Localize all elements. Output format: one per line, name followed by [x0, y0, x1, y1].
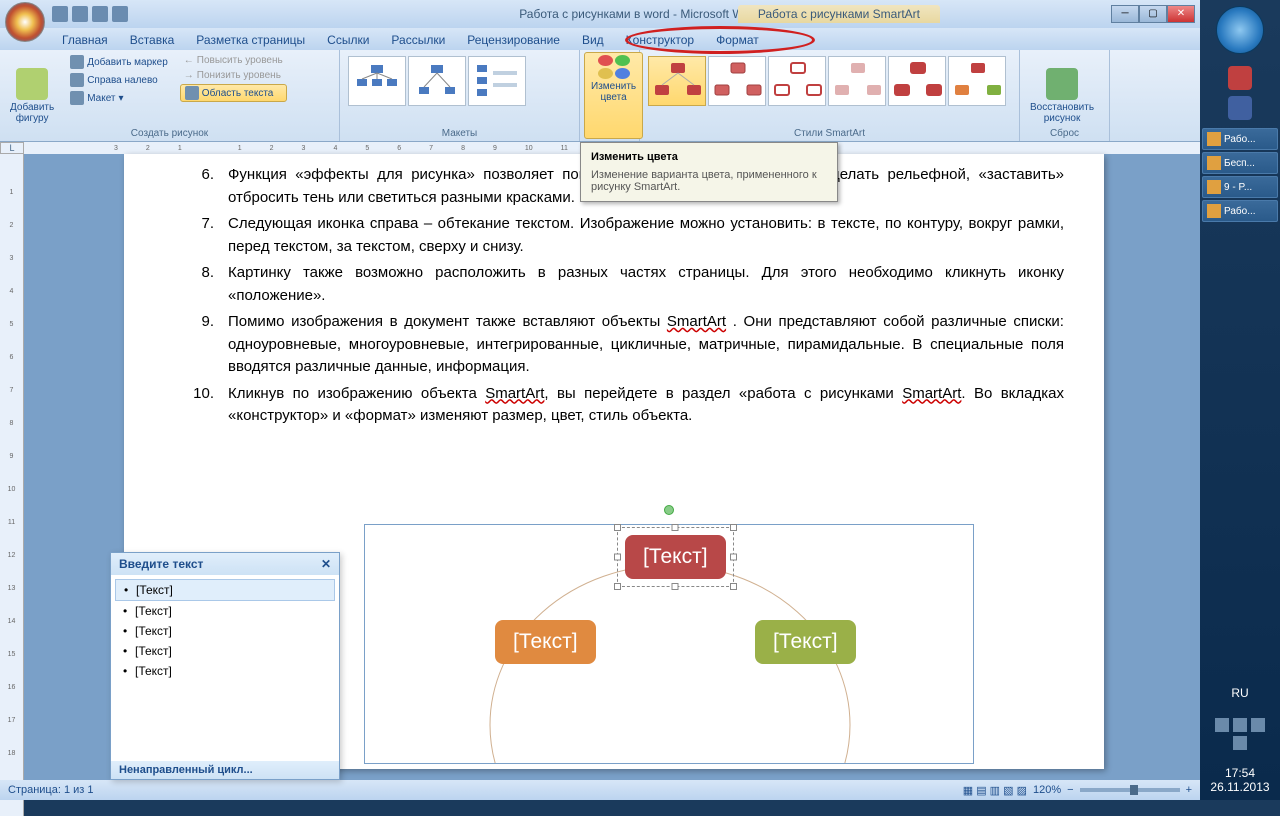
rotate-handle[interactable] [664, 505, 674, 515]
change-colors-button[interactable]: Изменить цвета [584, 52, 643, 139]
smartart-node[interactable]: [Текст] [755, 620, 856, 664]
textpane-icon [185, 86, 199, 100]
office-button[interactable] [5, 2, 45, 42]
close-button[interactable]: ✕ [1167, 5, 1195, 23]
bullet-icon [70, 55, 84, 69]
group-reset: Восстановить рисунок Сброс [1020, 50, 1110, 141]
taskbar-window[interactable]: 9 - P... [1202, 176, 1278, 198]
tray-icon[interactable] [1233, 718, 1247, 732]
smartart-text-pane[interactable]: Введите текст ✕ [Текст][Текст][Текст][Те… [110, 552, 340, 780]
taskbar-icon[interactable] [1228, 96, 1252, 120]
demote-button[interactable]: →Понизить уровень [180, 69, 287, 82]
titlebar: Работа с рисунками в word - Microsoft Wo… [0, 0, 1280, 28]
smartart-node[interactable]: [Текст] [495, 620, 596, 664]
system-tray [1200, 718, 1280, 750]
text-pane-body: [Текст][Текст][Текст][Текст][Текст] [111, 575, 339, 685]
tooltip-change-colors: Изменить цвета Изменение варианта цвета,… [580, 142, 838, 202]
status-bar: Страница: 1 из 1 ▦ ▤ ▥ ▧ ▨ 120% − + [0, 780, 1200, 800]
style-item[interactable] [768, 56, 826, 106]
window-title: Работа с рисунками в word - Microsoft Wo… [519, 7, 761, 21]
context-title: Работа с рисунками SmartArt [738, 5, 940, 23]
ribbon: Добавить фигуру Добавить маркер Справа н… [0, 50, 1280, 142]
windows-taskbar: Рабо...Бесп...9 - P...Рабо... RU 17:54 2… [1200, 0, 1280, 800]
vertical-ruler[interactable]: 12345678910111213141516171819 [0, 154, 24, 816]
zoom-level[interactable]: 120% [1033, 784, 1061, 796]
ruler-corner[interactable]: L [0, 142, 24, 154]
add-shape-button[interactable]: Добавить фигуру [4, 52, 60, 139]
text-pane-button[interactable]: Область текста [180, 84, 287, 102]
text-pane-item[interactable]: [Текст] [115, 621, 335, 641]
text-pane-item[interactable]: [Текст] [115, 579, 335, 601]
text-pane-header: Введите текст ✕ [111, 553, 339, 575]
rtl-icon [70, 73, 84, 87]
language-indicator[interactable]: RU [1200, 686, 1280, 700]
style-item[interactable] [648, 56, 706, 106]
save-icon[interactable] [52, 6, 68, 22]
style-item[interactable] [708, 56, 766, 106]
layout-item[interactable] [468, 56, 526, 106]
tray-icon[interactable] [1215, 718, 1229, 732]
taskbar-window[interactable]: Рабо... [1202, 200, 1278, 222]
layout-item[interactable] [408, 56, 466, 106]
layout-menu-button[interactable]: Макет ▾ [66, 90, 172, 106]
minimize-button[interactable]: ─ [1111, 5, 1139, 23]
tab-references[interactable]: Ссылки [317, 30, 379, 50]
quick-access-toolbar [52, 6, 128, 22]
rtl-button[interactable]: Справа налево [66, 72, 172, 88]
tab-review[interactable]: Рецензирование [457, 30, 570, 50]
group-layouts: Макеты [340, 50, 580, 141]
text-pane-footer: Ненаправленный цикл... [111, 761, 339, 779]
smartart-node[interactable]: [Текст] [625, 535, 726, 579]
redo-icon[interactable] [92, 6, 108, 22]
reset-graphic-button[interactable]: Восстановить рисунок [1024, 52, 1100, 139]
style-item[interactable] [828, 56, 886, 106]
style-item[interactable] [948, 56, 1006, 106]
text-pane-item[interactable]: [Текст] [115, 601, 335, 621]
tab-design[interactable]: Конструктор [616, 30, 704, 50]
tray-icon[interactable] [1233, 736, 1247, 750]
colors-icon [598, 55, 630, 79]
add-bullet-button[interactable]: Добавить маркер [66, 54, 172, 70]
tab-format[interactable]: Формат [706, 30, 769, 50]
promote-button[interactable]: ←Повысить уровень [180, 54, 287, 67]
undo-icon[interactable] [72, 6, 88, 22]
text-pane-item[interactable]: [Текст] [115, 641, 335, 661]
tab-mailings[interactable]: Рассылки [381, 30, 455, 50]
zoom-in-button[interactable]: + [1186, 784, 1192, 796]
page-status: Страница: 1 из 1 [8, 784, 94, 796]
group-smartart-styles: Стили SmartArt [640, 50, 1020, 141]
taskbar-icon[interactable] [1228, 66, 1252, 90]
tab-insert[interactable]: Вставка [120, 30, 185, 50]
zoom-control: ▦ ▤ ▥ ▧ ▨ 120% − + [963, 784, 1192, 797]
ribbon-tabs: Главная Вставка Разметка страницы Ссылки… [0, 28, 1280, 50]
zoom-out-button[interactable]: − [1067, 784, 1073, 796]
maximize-button[interactable]: ▢ [1139, 5, 1167, 23]
layout-item[interactable] [348, 56, 406, 106]
tab-home[interactable]: Главная [52, 30, 118, 50]
taskbar-window[interactable]: Бесп... [1202, 152, 1278, 174]
close-icon[interactable]: ✕ [321, 557, 331, 571]
zoom-slider[interactable] [1080, 788, 1180, 792]
tab-page-layout[interactable]: Разметка страницы [186, 30, 315, 50]
window-controls: ─ ▢ ✕ [1111, 5, 1195, 23]
clock[interactable]: 17:54 26.11.2013 [1200, 766, 1280, 794]
add-shape-icon [16, 68, 48, 100]
taskbar-window[interactable]: Рабо... [1202, 128, 1278, 150]
group-change-colors: Изменить цвета [580, 50, 640, 141]
tray-icon[interactable] [1251, 718, 1265, 732]
style-item[interactable] [888, 56, 946, 106]
reset-icon [1046, 68, 1078, 100]
start-button[interactable] [1216, 6, 1264, 54]
tab-view[interactable]: Вид [572, 30, 614, 50]
view-buttons[interactable]: ▦ ▤ ▥ ▧ ▨ [963, 784, 1027, 797]
text-pane-item[interactable]: [Текст] [115, 661, 335, 681]
selection-outline [617, 527, 734, 587]
layout-icon [70, 91, 84, 105]
qat-more-icon[interactable] [112, 6, 128, 22]
smartart-object[interactable]: [Текст] [Текст] [Текст] [364, 524, 974, 764]
group-create-graphic: Добавить фигуру Добавить маркер Справа н… [0, 50, 340, 141]
